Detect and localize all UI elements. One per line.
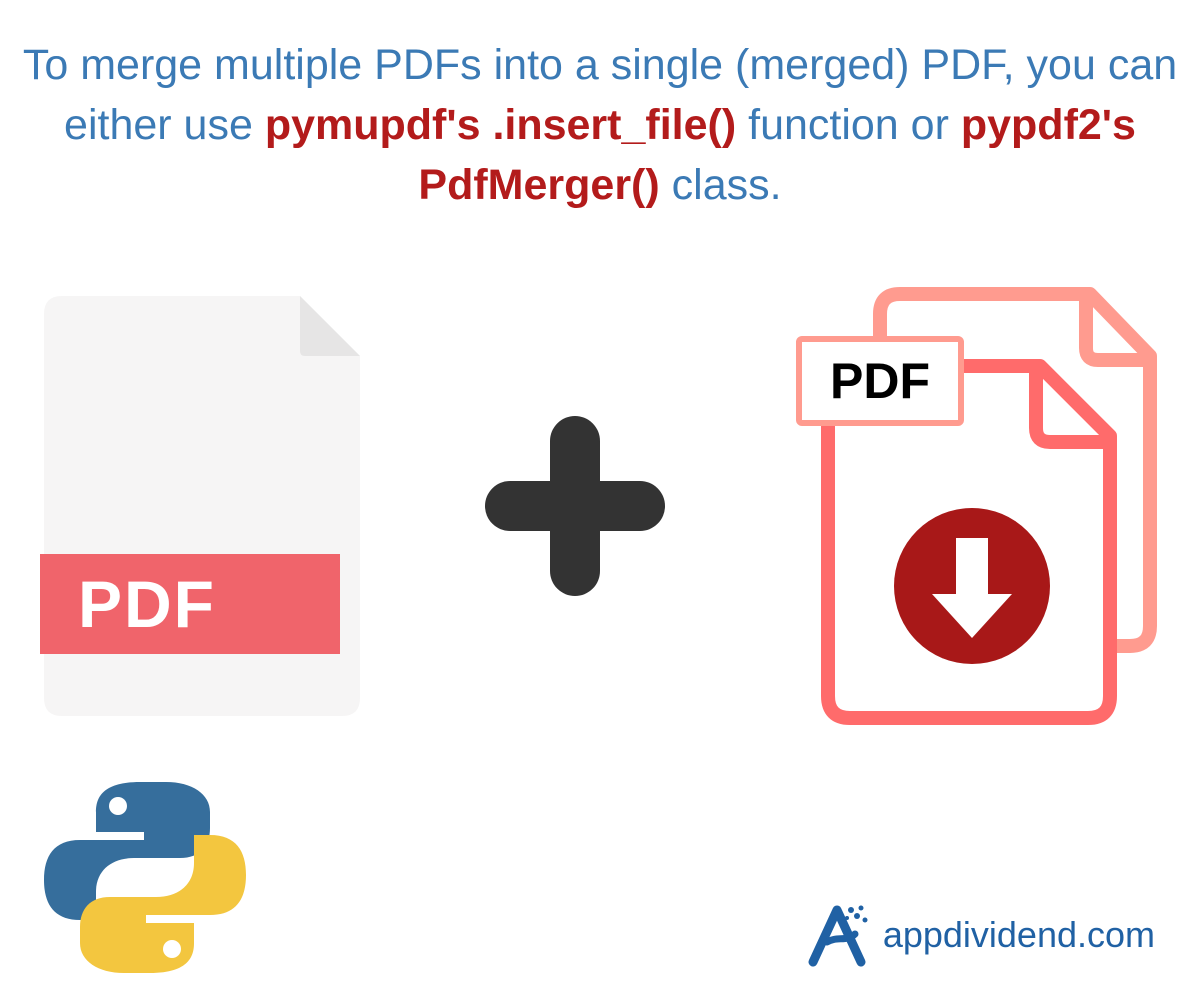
pdf-file-icon-left: PDF [40,296,370,716]
python-logo-icon [40,780,250,975]
plus-symbol-icon [475,406,675,606]
pdf-file-icon-right: PDF [780,286,1160,726]
pdf-badge-left: PDF [40,554,340,654]
heading-text: To merge multiple PDFs into a single (me… [0,0,1200,216]
brand-block: appdividend.com [803,900,1155,970]
pdf-badge-right: PDF [796,336,964,426]
illustration-row: PDF PDF [0,286,1200,726]
python-icon [40,780,250,975]
brand-text: appdividend.com [883,914,1155,956]
heading-part2: function or [736,101,961,149]
heading-highlight-1: pymupdf's .insert_file() [265,101,736,149]
heading-part3: class. [660,161,782,209]
brand-logo-icon [803,900,873,970]
plus-icon [465,406,685,606]
